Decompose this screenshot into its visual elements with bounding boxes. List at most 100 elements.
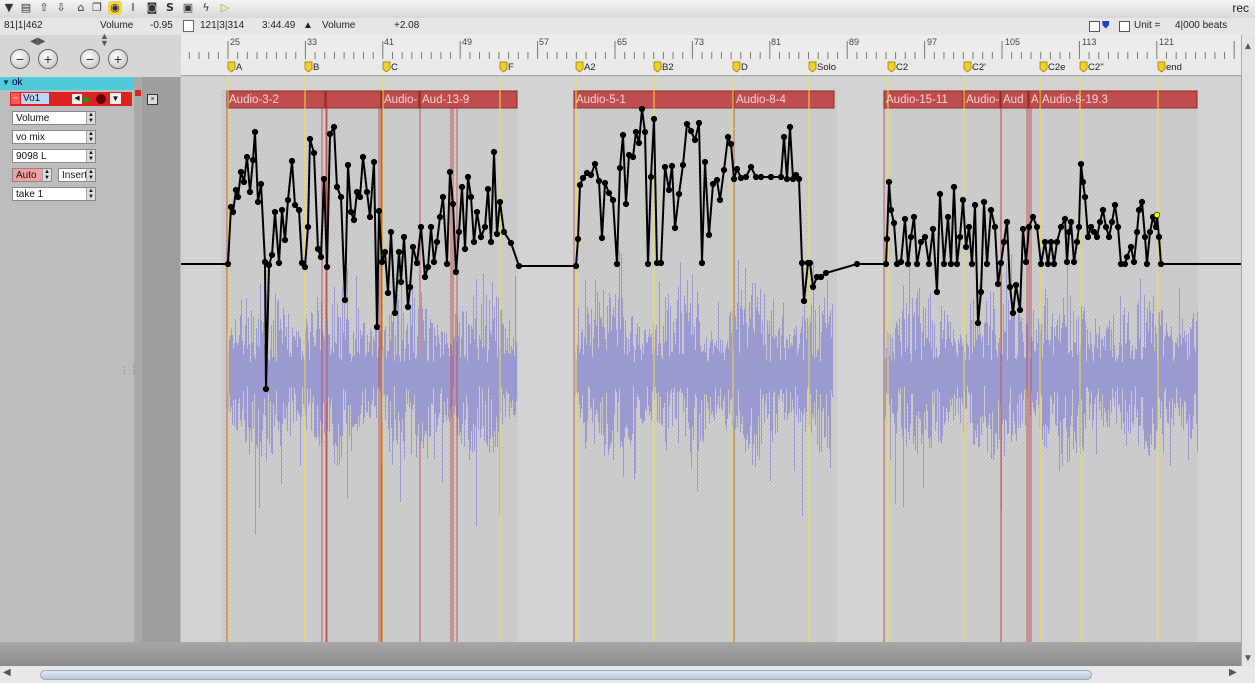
- automation-point: [304, 223, 312, 231]
- automation-point: [413, 259, 421, 267]
- region-label: Audio-: [384, 94, 417, 106]
- automation-point: [1009, 309, 1017, 317]
- automation-point: [987, 206, 995, 214]
- automation-point: [730, 175, 738, 183]
- automation-point: [616, 164, 624, 172]
- marker-label: Solo: [817, 62, 836, 73]
- option-checkbox[interactable]: [1089, 21, 1100, 32]
- track-folder-header[interactable]: ▼ ok: [0, 77, 134, 90]
- track-menu-icon[interactable]: ▼: [110, 93, 121, 104]
- automation-point: [268, 251, 276, 259]
- toolbar: ▼ ▤ ⇧ ⇩ ⌂ ❐ ◉ I ◙ S ▣ ϟ ▷ rec: [0, 0, 1255, 19]
- horizontal-scrollbar[interactable]: ◀ ▶: [0, 666, 1255, 683]
- tilde-icon[interactable]: ~: [11, 93, 20, 104]
- automation-point: [424, 263, 432, 271]
- ruler-bar-label: 57: [539, 37, 549, 47]
- automation-point: [705, 231, 713, 239]
- automation-point: [806, 259, 814, 267]
- automation-point: [959, 196, 967, 204]
- zoom-in-horizontal-button[interactable]: +: [38, 49, 58, 69]
- region-label: Aud-13-9: [422, 94, 469, 106]
- automation-point: [1121, 260, 1129, 268]
- speaker-icon[interactable]: ◀: [72, 94, 82, 104]
- automation-point: [609, 196, 617, 204]
- shield-icon[interactable]: ⛊: [1102, 20, 1110, 31]
- automation-point: [1081, 193, 1089, 201]
- automation-point: [1016, 306, 1024, 314]
- pan-select[interactable]: 9098 L ▲ ▼: [12, 149, 96, 163]
- play-icon[interactable]: ▷: [218, 1, 232, 15]
- take-select[interactable]: take 1 ▲ ▼: [12, 187, 96, 201]
- scroll-down-icon[interactable]: ▼: [1243, 653, 1253, 664]
- zoom-controls: − + − + ◀▶ ▲ ▼: [0, 32, 181, 78]
- automation-point: [887, 206, 895, 214]
- selection-param: Volume: [322, 20, 356, 31]
- automation-point: [1067, 218, 1075, 226]
- document-icon[interactable]: ▤: [19, 1, 33, 15]
- vertical-scrollbar[interactable]: ▲ ▼: [1241, 35, 1255, 666]
- automation-point: [991, 223, 999, 231]
- automation-point: [1050, 260, 1058, 268]
- automation-point: [907, 233, 915, 241]
- param-select[interactable]: Volume ▲ ▼: [12, 111, 96, 125]
- automation-point: [381, 248, 389, 256]
- automation-mode-select[interactable]: Auto ▲ ▼: [12, 168, 52, 182]
- disclosure-triangle-icon[interactable]: ▼: [2, 78, 10, 87]
- selection-time: 3:44.49: [262, 20, 296, 31]
- ruler-bar-label: 105: [1005, 37, 1020, 47]
- camera-icon[interactable]: ◙: [145, 1, 159, 15]
- window-icon[interactable]: ▣: [181, 1, 195, 15]
- scroll-thumb[interactable]: [40, 670, 1092, 680]
- arrow-up-icon[interactable]: ⇧: [37, 1, 51, 15]
- automation-point: [246, 188, 254, 196]
- timeline-ruler[interactable]: 25 33 41 49 57 65 73 81 89 97 105 113 121: [181, 35, 1241, 60]
- track-color-indicator: [135, 90, 141, 96]
- play-track-icon[interactable]: ▶: [84, 94, 94, 104]
- track-name[interactable]: Vo1: [21, 93, 49, 104]
- automation-point: [1063, 258, 1071, 266]
- automation-point: [356, 193, 364, 201]
- automation-point: [275, 259, 283, 267]
- select-checkbox[interactable]: [183, 20, 194, 32]
- unit-checkbox[interactable]: [1119, 21, 1130, 32]
- zoom-out-horizontal-button[interactable]: −: [10, 49, 30, 69]
- automation-point: [281, 236, 289, 244]
- waveform-automation-view[interactable]: Audio-3-2 Audio- Aud-13-9 Audio-5-1 Audio-8-…: [176, 77, 1246, 642]
- cursor-icon[interactable]: ◉: [108, 1, 122, 15]
- scroll-up-icon[interactable]: ▲: [1243, 41, 1253, 52]
- zoom-out-vertical-button[interactable]: −: [80, 49, 100, 69]
- automation-point: [780, 133, 788, 141]
- automation-point: [913, 260, 921, 268]
- arrow-down-icon[interactable]: ⇩: [54, 1, 68, 15]
- automation-point: [695, 119, 703, 127]
- lightning-icon[interactable]: ϟ: [199, 1, 213, 15]
- copy-icon[interactable]: ❐: [90, 1, 104, 15]
- unit-value[interactable]: 4|000 beats: [1175, 20, 1227, 31]
- marker-flag-icon: [499, 61, 508, 73]
- scroll-right-icon[interactable]: ▶: [1229, 667, 1237, 678]
- marker-flag-icon: [732, 61, 741, 73]
- home-icon[interactable]: ⌂: [74, 1, 88, 15]
- automation-point: [470, 238, 478, 246]
- text-cursor-icon[interactable]: I: [126, 1, 140, 15]
- close-icon[interactable]: ×: [147, 94, 158, 105]
- bus-select[interactable]: vo mix ▲ ▼: [12, 130, 96, 144]
- track-divider: [134, 77, 142, 642]
- marker-flag-icon: [887, 61, 896, 73]
- automation-point: [853, 260, 861, 268]
- menu-triangle-icon[interactable]: ▼: [2, 1, 16, 15]
- track-lane[interactable]: Audio-3-2 Audio- Aud-13-9 Audio-5-1 Audio-8-…: [176, 77, 1246, 642]
- insert-mode-select[interactable]: Insert ▲ ▼: [58, 168, 96, 182]
- automation-point: [1025, 223, 1033, 231]
- marker-bar[interactable]: A B C F A2 B2 D Solo C2 C2' C2e C2'' end: [181, 59, 1241, 76]
- ruler-bar-label: 113: [1082, 37, 1096, 47]
- solo-s-icon[interactable]: S: [163, 1, 177, 15]
- stepper-icon: ▲ ▼: [42, 169, 51, 181]
- zoom-in-vertical-button[interactable]: +: [108, 49, 128, 69]
- automation-point: [933, 288, 941, 296]
- stepper-icon: ▲ ▼: [86, 150, 95, 162]
- scroll-left-icon[interactable]: ◀: [3, 667, 11, 678]
- track-header[interactable]: ~ Vo1 ◀ ▶ ▼: [10, 92, 132, 106]
- automation-point: [940, 260, 948, 268]
- record-icon[interactable]: [96, 94, 106, 104]
